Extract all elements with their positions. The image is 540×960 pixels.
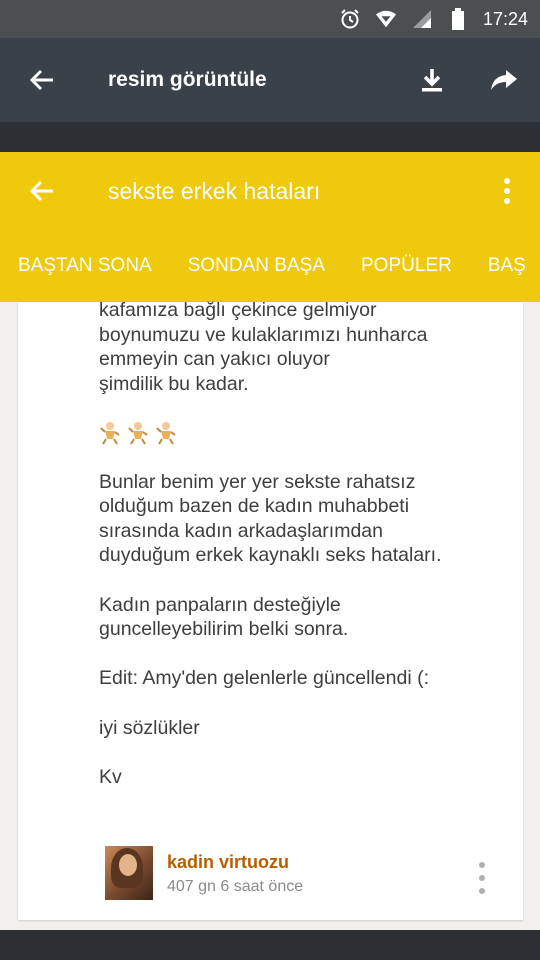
entry-line: emmeyin can yakıcı oluyor <box>99 348 330 371</box>
entry-text: kafamıza bağlı çekince gelmiyor boynumuz… <box>99 298 509 814</box>
dancer-icon <box>100 421 120 445</box>
overflow-menu-button[interactable] <box>474 152 540 230</box>
entry-line: Kadın panpaların desteğiyle <box>99 593 341 616</box>
status-bar: 17:24 <box>0 0 540 38</box>
more-dot <box>479 875 485 881</box>
avatar[interactable] <box>105 846 153 900</box>
alarm-icon <box>339 8 361 30</box>
topic-title: sekste erkek hataları <box>108 177 321 204</box>
download-button[interactable] <box>396 38 468 122</box>
viewer-title: resim görüntüle <box>108 68 267 91</box>
dancer-emoji-row <box>99 421 509 445</box>
entry-line: Bunlar benim yer yer sekste rahatsız <box>99 470 416 493</box>
entry-more-button[interactable] <box>470 862 494 894</box>
entry-line: sırasında kadın arkadaşlarımdan <box>99 519 383 542</box>
entry-timestamp: 407 gn 6 saat önce <box>167 878 304 895</box>
download-icon <box>422 69 442 92</box>
sort-tabs: BAŞTAN SONA SONDAN BAŞA POPÜLER BAŞ <box>0 230 540 302</box>
more-vertical-icon <box>504 178 510 204</box>
share-button[interactable] <box>468 38 540 122</box>
dancer-icon <box>128 421 148 445</box>
entry-line: duyduğum erkek kaynaklı seks hataları. <box>99 544 442 567</box>
more-dot <box>479 888 485 894</box>
arrow-left-icon <box>29 69 53 91</box>
author-block: kadin virtuozu 407 gn 6 saat önce <box>105 846 505 900</box>
entry-line: boynumuzu ve kulaklarımızı hunharca <box>99 323 428 346</box>
entry-line: şimdilik bu kadar. <box>99 372 249 395</box>
arrow-left-icon <box>29 180 53 202</box>
clock: 17:24 <box>482 8 528 29</box>
topic-back-button[interactable] <box>0 152 84 230</box>
viewer-bottom-bar <box>0 930 540 960</box>
dancer-icon <box>156 421 176 445</box>
entry-line: guncelleyebilirim belki sonra. <box>99 618 349 641</box>
entry-edit-note: Edit: Amy'den gelenlerle güncellendi (: <box>99 667 430 690</box>
entry-signoff: Kv <box>99 765 122 788</box>
avatar-face <box>119 854 137 876</box>
signal-icon <box>411 8 433 30</box>
tab-populer[interactable]: POPÜLER <box>343 230 470 302</box>
tab-bastan-sona[interactable]: BAŞTAN SONA <box>0 230 170 302</box>
author-name-link[interactable]: kadin virtuozu <box>167 852 289 873</box>
more-dot <box>479 862 485 868</box>
topic-app-bar: sekste erkek hataları BAŞTAN SONA SONDAN… <box>0 152 540 302</box>
entry-paragraph-2: Bunlar benim yer yer sekste rahatsız old… <box>99 470 509 568</box>
share-icon <box>491 70 517 90</box>
entry-paragraph-1: kafamıza bağlı çekince gelmiyor boynumuz… <box>99 298 509 396</box>
wifi-icon <box>375 8 397 30</box>
viewer-gap <box>0 122 540 152</box>
tab-bas[interactable]: BAŞ <box>470 230 540 302</box>
viewer-toolbar: resim görüntüle <box>0 38 540 122</box>
tab-sondan-basa[interactable]: SONDAN BAŞA <box>170 230 343 302</box>
entry-line: olduğum bazen de kadın muhabbeti <box>99 495 410 518</box>
entry-closing: iyi sözlükler <box>99 716 200 739</box>
entry-line: kafamıza bağlı çekince gelmiyor <box>99 299 377 321</box>
battery-icon <box>447 8 469 30</box>
entry-paragraph-3: Kadın panpaların desteğiyle guncelleyebi… <box>99 593 509 642</box>
back-button[interactable] <box>0 38 84 122</box>
